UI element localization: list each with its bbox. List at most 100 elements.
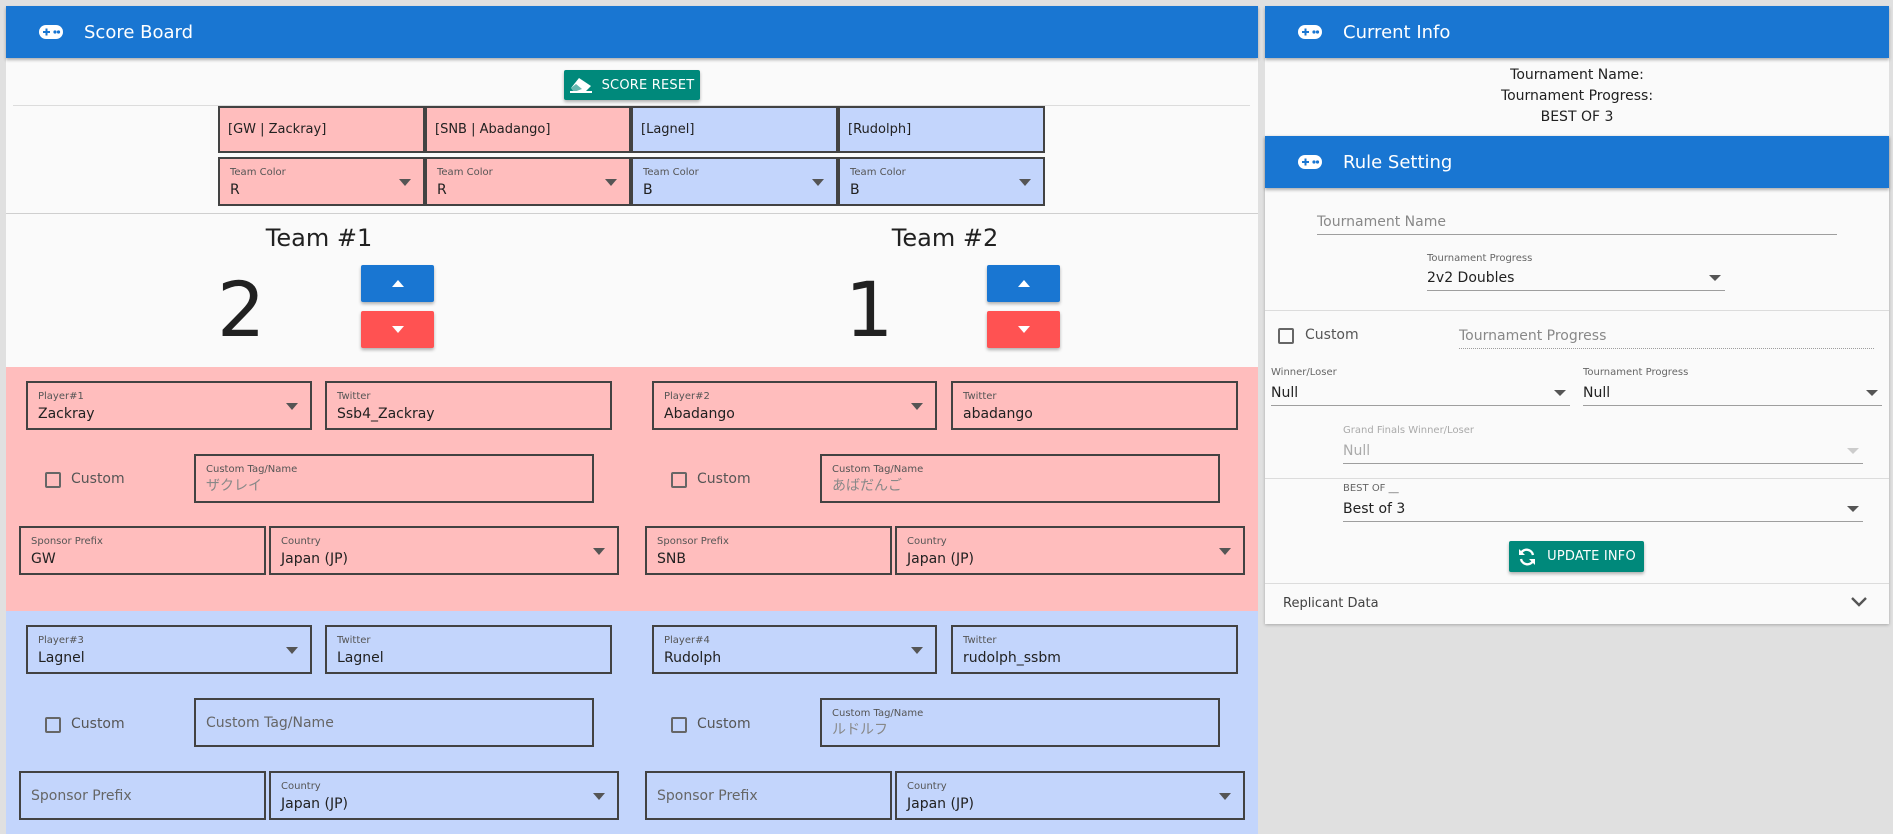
team-color-value: R xyxy=(230,182,240,198)
player4-custom-tag: ルドルフ xyxy=(832,722,888,738)
current-best-of: BEST OF 3 xyxy=(1540,109,1614,125)
replicant-data-label: Replicant Data xyxy=(1283,596,1379,611)
player1-tag-box: [GW | Zackray] xyxy=(218,106,425,153)
dropdown-arrow-icon xyxy=(1219,792,1231,800)
player1-select[interactable]: Player#1 Zackray xyxy=(26,381,312,430)
team-color-select-4[interactable]: Team Color B xyxy=(838,157,1045,206)
team-color-select-1[interactable]: Team Color R xyxy=(218,157,425,206)
custom-tag-label: Custom Tag/Name xyxy=(206,464,298,475)
player4-custom-label: Custom xyxy=(697,716,751,732)
current-tournament-progress: Tournament Progress: xyxy=(1500,88,1654,104)
current-info-header: Current Info xyxy=(1265,6,1889,58)
custom-tag-label: Custom Tag/Name xyxy=(832,464,924,475)
player1-country-select[interactable]: Country Japan (JP) xyxy=(269,526,619,575)
update-info-button[interactable]: UPDATE INFO xyxy=(1509,541,1644,572)
player3-label: Player#3 xyxy=(38,635,84,646)
player3-custom-checkbox[interactable] xyxy=(45,717,61,733)
team-color-value: B xyxy=(850,182,860,198)
tournament-progress-select[interactable]: Tournament Progress 2v2 Doubles xyxy=(1427,253,1725,291)
player2-select[interactable]: Player#2 Abadango xyxy=(652,381,937,430)
winner-loser-select[interactable]: Winner/Loser Null xyxy=(1271,367,1570,406)
custom-tournament-progress-input[interactable]: Tournament Progress xyxy=(1459,320,1874,349)
grand-finals-select[interactable]: Grand Finals Winner/Loser Null xyxy=(1343,425,1863,464)
player4-custom-tag-field[interactable]: Custom Tag/Name ルドルフ xyxy=(820,698,1220,747)
player3-select[interactable]: Player#3 Lagnel xyxy=(26,625,312,674)
player2-custom-tag: あばだんご xyxy=(832,478,902,494)
player1-tag: [GW | Zackray] xyxy=(228,122,327,137)
gamepad-icon xyxy=(39,25,63,39)
player1-country: Japan (JP) xyxy=(281,551,348,567)
winner-loser-label: Winner/Loser xyxy=(1271,367,1337,378)
player4-name: Rudolph xyxy=(664,650,722,666)
player1-custom-checkbox[interactable] xyxy=(45,472,61,488)
dropdown-arrow-icon xyxy=(1019,178,1031,186)
player2-custom-checkbox[interactable] xyxy=(671,472,687,488)
dropdown-arrow-icon xyxy=(911,402,923,410)
team2-score: 1 xyxy=(845,265,894,354)
player1-twitter-field[interactable]: Twitter Ssb4_Zackray xyxy=(325,381,612,430)
player3-tag-box: [Lagnel] xyxy=(631,106,838,153)
tournament-name-input[interactable]: Tournament Name xyxy=(1317,205,1837,235)
team2-increment-button[interactable] xyxy=(987,265,1060,302)
player1-custom-label: Custom xyxy=(71,471,125,487)
player2-name: Abadango xyxy=(664,406,735,422)
player2-tag-box: [SNB | Abadango] xyxy=(425,106,631,153)
player3-sponsor-field[interactable]: Sponsor Prefix xyxy=(19,771,266,820)
team1-decrement-button[interactable] xyxy=(361,311,434,348)
player2-custom-label: Custom xyxy=(697,471,751,487)
tournament-progress-label: Tournament Progress xyxy=(1427,253,1533,264)
player4-select[interactable]: Player#4 Rudolph xyxy=(652,625,937,674)
country-label: Country xyxy=(281,536,321,547)
team-color-select-3[interactable]: Team Color B xyxy=(631,157,838,206)
dropdown-arrow-icon xyxy=(399,178,411,186)
player1-sponsor-field[interactable]: Sponsor Prefix GW xyxy=(19,526,266,575)
player2-country-select[interactable]: Country Japan (JP) xyxy=(895,526,1245,575)
score-reset-label: SCORE RESET xyxy=(601,77,695,93)
player1-sponsor: GW xyxy=(31,551,56,567)
player1-name: Zackray xyxy=(38,406,95,422)
team-color-select-2[interactable]: Team Color R xyxy=(425,157,631,206)
twitter-label: Twitter xyxy=(337,635,371,646)
replicant-data-expander[interactable]: Replicant Data xyxy=(1265,584,1889,624)
player4-twitter-field[interactable]: Twitter rudolph_ssbm xyxy=(951,625,1238,674)
country-label: Country xyxy=(281,781,321,792)
tournament-progress-value: 2v2 Doubles xyxy=(1427,270,1515,286)
dropdown-arrow-icon xyxy=(605,178,617,186)
team2-decrement-button[interactable] xyxy=(987,311,1060,348)
update-info-label: UPDATE INFO xyxy=(1547,549,1636,564)
tournament-progress-label-2: Tournament Progress xyxy=(1583,367,1689,378)
dropdown-arrow-icon xyxy=(1554,390,1566,396)
team1-title: Team #1 xyxy=(265,224,373,252)
player4-label: Player#4 xyxy=(664,635,710,646)
dropdown-arrow-icon xyxy=(1847,506,1859,512)
player3-twitter-field[interactable]: Twitter Lagnel xyxy=(325,625,612,674)
player4-custom-checkbox[interactable] xyxy=(671,717,687,733)
score-reset-button[interactable]: SCORE RESET xyxy=(564,70,700,100)
player2-tag: [SNB | Abadango] xyxy=(435,122,551,137)
player2-twitter-field[interactable]: Twitter abadango xyxy=(951,381,1238,430)
player3-country-select[interactable]: Country Japan (JP) xyxy=(269,771,619,820)
team1-increment-button[interactable] xyxy=(361,265,434,302)
current-info-title: Current Info xyxy=(1343,21,1451,43)
player2-custom-tag-field[interactable]: Custom Tag/Name あばだんご xyxy=(820,454,1220,503)
tournament-progress-select-2[interactable]: Tournament Progress Null xyxy=(1583,367,1882,406)
player4-sponsor-field[interactable]: Sponsor Prefix xyxy=(645,771,892,820)
twitter-label: Twitter xyxy=(337,391,371,402)
player1-custom-tag-field[interactable]: Custom Tag/Name ザクレイ xyxy=(194,454,594,503)
best-of-select[interactable]: BEST OF __ Best of 3 xyxy=(1343,483,1863,522)
dropdown-arrow-icon xyxy=(593,792,605,800)
dropdown-arrow-icon xyxy=(1709,275,1721,281)
grand-finals-label: Grand Finals Winner/Loser xyxy=(1343,425,1475,436)
custom-tag-label: Custom Tag/Name xyxy=(832,708,924,719)
player4-country-select[interactable]: Country Japan (JP) xyxy=(895,771,1245,820)
custom-progress-checkbox[interactable] xyxy=(1278,328,1294,344)
team1-score: 2 xyxy=(217,265,266,354)
team-color-label: Team Color xyxy=(850,167,906,178)
player2-sponsor-field[interactable]: Sponsor Prefix SNB xyxy=(645,526,892,575)
current-tournament-name: Tournament Name: xyxy=(1510,67,1644,83)
player4-country: Japan (JP) xyxy=(907,796,974,812)
player1-twitter: Ssb4_Zackray xyxy=(337,406,435,422)
team-color-value: R xyxy=(437,182,447,198)
player3-custom-tag-field[interactable]: Custom Tag/Name xyxy=(194,698,594,747)
player2-sponsor: SNB xyxy=(657,551,686,567)
